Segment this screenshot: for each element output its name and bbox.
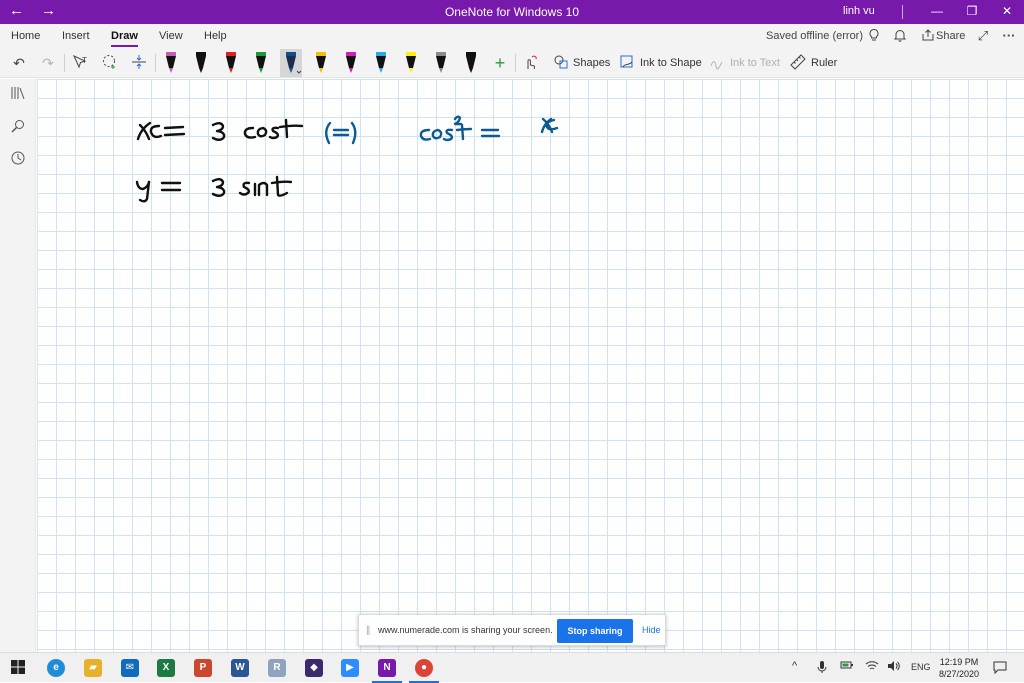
pen-red-icon[interactable] [220, 49, 242, 77]
highlighter-yellow-icon[interactable] [400, 49, 422, 77]
pen-magenta-icon[interactable] [340, 49, 362, 77]
ruler-icon[interactable] [788, 53, 808, 73]
title-bar: ← → OneNote for Windows 10 linh vu — ❐ ✕ [0, 0, 1024, 24]
share-button[interactable]: Share [936, 30, 965, 42]
pen-black-icon[interactable] [190, 49, 212, 77]
shapes-icon[interactable] [551, 53, 571, 73]
clock-time: 12:19 PM [939, 657, 979, 667]
redo-icon[interactable]: ↷ [38, 53, 58, 73]
ink-to-shape-icon[interactable] [617, 53, 637, 73]
tab-help[interactable]: Help [204, 30, 227, 42]
notifications-icon[interactable] [993, 660, 1007, 677]
toolbar-divider [64, 54, 65, 72]
pen-yellow-icon[interactable] [310, 49, 332, 77]
microphone-icon[interactable] [817, 660, 827, 677]
bell-icon[interactable] [892, 28, 908, 44]
lightbulb-icon[interactable] [866, 28, 882, 44]
type-select-icon[interactable]: T [70, 53, 90, 73]
excel-taskbar-icon[interactable]: X [157, 659, 175, 677]
add-space-icon[interactable] [129, 53, 149, 73]
file-explorer-taskbar-icon[interactable]: ▰ [84, 659, 102, 677]
tab-draw[interactable]: Draw [111, 30, 138, 47]
ink-equation-x [136, 118, 304, 141]
search-icon[interactable] [8, 118, 28, 138]
ink-equation-cos-squared [325, 115, 559, 145]
undo-icon[interactable]: ↶ [9, 53, 29, 73]
hide-link[interactable]: Hide [642, 625, 661, 635]
system-clock[interactable]: 12:19 PM 8/27/2020 [936, 656, 982, 680]
input-language[interactable]: ENG [911, 662, 931, 672]
shapes-button[interactable]: Shapes [573, 57, 610, 69]
windows-taskbar: e ▰ ✉ X P W R ◆ ▶ N ● ^ ENG 12:19 PM 8/27/2020 [0, 652, 1024, 683]
wifi-icon[interactable] [865, 660, 879, 675]
left-navigation-rail [0, 79, 36, 652]
ribbon-tabs: Home Insert Draw View Help Saved offline… [0, 24, 1024, 48]
ruler-button[interactable]: Ruler [811, 57, 837, 69]
drag-handle-icon[interactable]: || [366, 625, 370, 636]
more-options-icon[interactable]: ··· [1001, 28, 1017, 44]
sync-status[interactable]: Saved offline (error) [766, 30, 863, 42]
share-icon[interactable] [920, 28, 936, 44]
pen-green-icon[interactable] [250, 49, 272, 77]
r-taskbar-icon[interactable]: R [268, 659, 286, 677]
zoom-taskbar-icon[interactable]: ▶ [341, 659, 359, 677]
powerpoint-taskbar-icon[interactable]: P [194, 659, 212, 677]
svg-text:T: T [82, 56, 87, 65]
close-icon[interactable]: ✕ [999, 3, 1015, 19]
add-pen-icon[interactable]: + [490, 53, 510, 73]
handwritten-ink [135, 115, 559, 203]
pen-navy-selected-icon[interactable] [280, 49, 302, 77]
photo-app-taskbar-icon[interactable]: ◆ [305, 659, 323, 677]
ink-to-shape-button[interactable]: Ink to Shape [640, 57, 702, 69]
battery-icon[interactable] [840, 660, 854, 673]
pen-black-2-icon[interactable] [460, 49, 482, 77]
ink-to-text-icon[interactable] [707, 53, 727, 73]
lasso-select-icon[interactable] [100, 53, 120, 73]
share-message: www.numerade.com is sharing your screen. [378, 625, 553, 635]
tab-view[interactable]: View [159, 30, 183, 42]
user-name[interactable]: linh vu [843, 5, 875, 17]
tab-home[interactable]: Home [11, 30, 40, 42]
mail-taskbar-icon[interactable]: ✉ [121, 659, 139, 677]
toolbar-divider [515, 54, 516, 72]
word-taskbar-icon[interactable]: W [231, 659, 249, 677]
screen-share-banner: || www.numerade.com is sharing your scre… [358, 614, 666, 646]
windows-start-icon[interactable] [9, 659, 27, 677]
touch-drawing-icon[interactable] [521, 53, 541, 73]
draw-toolbar: ↶ ↷ T + Shapes Ink to Shape Ink to Text … [0, 48, 1024, 78]
volume-icon[interactable] [887, 660, 901, 675]
edge-taskbar-icon[interactable]: e [47, 659, 65, 677]
pen-black-pink-highlight-icon[interactable] [160, 49, 182, 77]
ink-equation-y [135, 175, 293, 203]
onenote-taskbar-icon[interactable]: N [372, 659, 402, 683]
clock-date: 8/27/2020 [938, 669, 980, 679]
show-hidden-icons-icon[interactable]: ^ [792, 660, 797, 672]
notebooks-icon[interactable] [8, 85, 28, 105]
ink-to-text-button[interactable]: Ink to Text [730, 57, 780, 69]
note-canvas[interactable] [37, 79, 1024, 652]
chrome-taskbar-icon[interactable]: ● [409, 659, 439, 683]
toolbar-divider [155, 54, 156, 72]
expand-icon[interactable]: ⤢ [975, 28, 991, 44]
stop-sharing-button[interactable]: Stop sharing [557, 619, 633, 643]
titlebar-divider [902, 5, 903, 19]
pencil-gray-icon[interactable] [430, 49, 452, 77]
recent-notes-icon[interactable] [8, 150, 28, 170]
minimize-icon[interactable]: — [929, 3, 945, 19]
maximize-icon[interactable]: ❐ [964, 3, 980, 19]
pen-cyan-icon[interactable] [370, 49, 392, 77]
tab-insert[interactable]: Insert [62, 30, 90, 42]
